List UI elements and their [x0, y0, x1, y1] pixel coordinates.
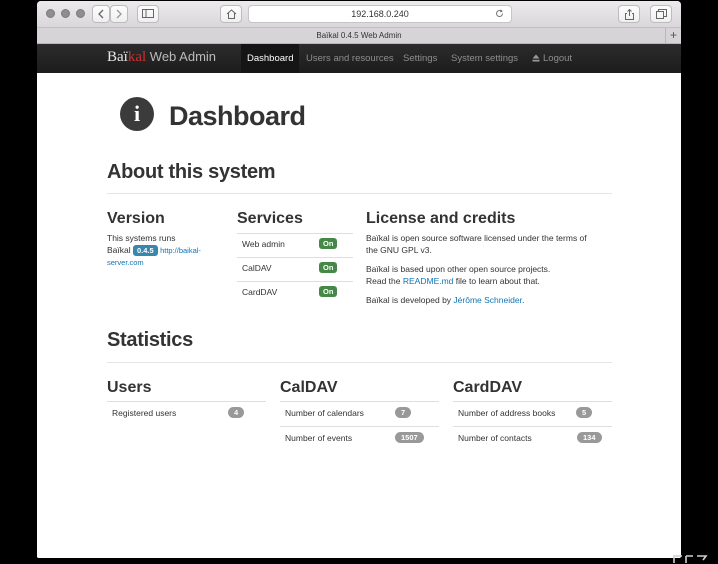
address-bar[interactable]: 192.168.0.240	[248, 5, 512, 23]
home-icon	[226, 9, 236, 19]
carddav-heading: CardDAV	[453, 379, 523, 396]
info-icon: i	[120, 97, 154, 131]
readme-link[interactable]: README.md	[403, 276, 454, 286]
status-badge: On	[319, 286, 338, 297]
eject-icon	[532, 54, 540, 62]
row-divider	[453, 401, 612, 402]
credits-line: Read the README.md file to learn about t…	[366, 275, 616, 287]
new-tab-button[interactable]: +	[665, 28, 681, 43]
row-divider	[280, 426, 439, 427]
about-heading: About this system	[107, 161, 276, 183]
count-badge: 7	[395, 407, 412, 418]
row-divider	[453, 426, 612, 427]
chevron-right-icon	[116, 9, 122, 19]
tab-title[interactable]: Baïkal 0.4.5 Web Admin	[316, 31, 401, 40]
count-badge: 4	[228, 407, 245, 418]
product-name: Baïkal	[107, 245, 131, 255]
brand-name-a: Baï	[107, 49, 128, 65]
readme-pre: Read the	[366, 276, 403, 286]
version-line: This systems runs	[107, 233, 176, 243]
license-heading: License and credits	[366, 210, 516, 227]
homepage-link-a[interactable]: http://baikal-	[160, 246, 201, 255]
stat-label: Registered users	[112, 408, 177, 418]
stat-label: Number of contacts	[458, 433, 532, 443]
logout-label: Logout	[543, 53, 573, 64]
row-divider	[237, 233, 353, 234]
nav-settings[interactable]: Settings	[397, 44, 443, 73]
version-text: This systems runs Baïkal 0.4.5 http://ba…	[107, 232, 227, 269]
browser-window: 192.168.0.240 Baïkal 0.4.5 Web Admin + B…	[37, 1, 681, 558]
corner-logo-icon	[673, 555, 708, 563]
divider	[107, 362, 612, 363]
services-heading: Services	[237, 210, 303, 227]
sidebar-toggle-button[interactable]	[137, 5, 159, 23]
service-name: CardDAV	[242, 287, 278, 297]
row-divider	[237, 281, 353, 282]
page-title: Dashboard	[169, 101, 306, 131]
tabs-icon	[655, 9, 667, 19]
share-icon	[624, 9, 634, 20]
zoom-window-button[interactable]	[76, 9, 85, 18]
url-text: 192.168.0.240	[351, 9, 409, 19]
brand-name-b: kal	[127, 49, 147, 65]
developer-post: .	[521, 295, 525, 305]
close-window-button[interactable]	[46, 9, 55, 18]
main-content: i Dashboard About this system Version Th…	[37, 73, 681, 558]
brand-logo[interactable]: Baïkal Web Admin	[107, 49, 216, 66]
forward-button[interactable]	[110, 5, 128, 23]
statistics-heading: Statistics	[107, 329, 193, 351]
share-button[interactable]	[618, 5, 640, 23]
readme-post: file to learn about that.	[453, 276, 540, 286]
tabs-overview-button[interactable]	[650, 5, 672, 23]
developer-link[interactable]: Jérôme Schneider	[453, 295, 522, 305]
license-text: Baïkal is open source software licensed …	[366, 232, 616, 306]
stat-label: Number of events	[285, 433, 353, 443]
status-badge: On	[319, 262, 338, 273]
home-button[interactable]	[220, 5, 242, 23]
back-button[interactable]	[92, 5, 110, 23]
brand-suffix: Web Admin	[146, 49, 217, 64]
count-badge: 1507	[395, 432, 424, 443]
browser-toolbar: 192.168.0.240	[37, 1, 681, 28]
reload-icon[interactable]	[495, 9, 504, 18]
nav-users-and-resources[interactable]: Users and resources	[300, 44, 400, 73]
row-divider	[237, 257, 353, 258]
credits-line: Baïkal is based upon other open source p…	[366, 264, 551, 274]
row-divider	[107, 401, 266, 402]
sidebar-icon	[142, 9, 154, 18]
service-name: Web admin	[242, 239, 285, 249]
nav-dashboard[interactable]: Dashboard	[241, 44, 300, 73]
users-heading: Users	[107, 379, 152, 396]
developer-pre: Baïkal is developed by	[366, 295, 454, 305]
tab-bar: Baïkal 0.4.5 Web Admin +	[37, 28, 681, 44]
count-badge: 134	[577, 432, 602, 443]
version-badge: 0.4.5	[133, 245, 158, 256]
service-name: CalDAV	[242, 263, 272, 273]
license-line: Baïkal is open source software licensed …	[366, 233, 587, 243]
stat-label: Number of calendars	[285, 408, 364, 418]
caldav-heading: CalDAV	[280, 379, 338, 396]
stat-label: Number of address books	[458, 408, 556, 418]
count-badge: 5	[576, 407, 593, 418]
homepage-link-b[interactable]: server.com	[107, 257, 227, 269]
nav-logout[interactable]: Logout	[526, 44, 578, 73]
status-badge: On	[319, 238, 338, 249]
version-heading: Version	[107, 210, 165, 227]
license-line: the GNU GPL v3.	[366, 245, 432, 255]
divider	[107, 193, 612, 194]
chevron-left-icon	[98, 9, 104, 19]
nav-system-settings[interactable]: System settings	[445, 44, 524, 73]
app-navbar: Baïkal Web Admin Dashboard Users and res…	[37, 44, 681, 73]
version-line2: Baïkal 0.4.5 http://baikal-	[107, 244, 227, 257]
developer-line: Baïkal is developed by Jérôme Schneider.	[366, 294, 616, 306]
minimize-window-button[interactable]	[61, 9, 70, 18]
row-divider	[280, 401, 439, 402]
